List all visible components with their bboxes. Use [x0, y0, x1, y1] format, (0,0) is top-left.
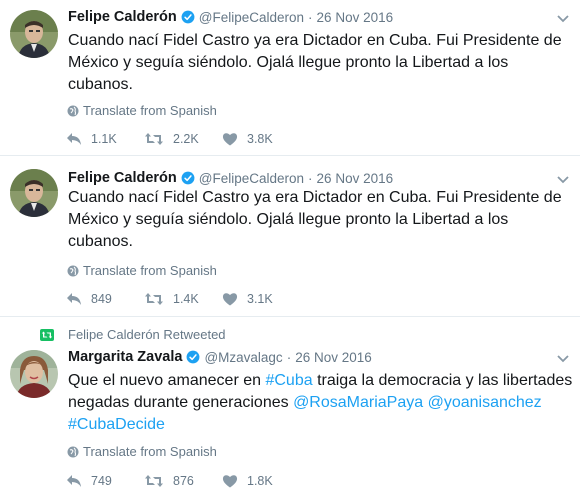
author-name[interactable]: Margarita Zavala: [68, 349, 182, 365]
tweet-date[interactable]: 26 Nov 2016: [295, 350, 372, 365]
translate-label: Translate from Spanish: [83, 444, 217, 459]
translate-link[interactable]: Translate from Spanish: [67, 103, 217, 118]
verified-badge-icon: [181, 10, 195, 24]
text-segment: Que el nuevo amanecer en: [68, 372, 266, 389]
hashtag-link[interactable]: #Cuba: [265, 372, 312, 389]
retweet-icon: [145, 475, 163, 487]
tweet[interactable]: Felipe Calderón Retweeted Margarita Zava…: [0, 317, 580, 492]
tweet-header: Margarita Zavala @Mzavalagc · 26 Nov 201…: [68, 348, 372, 366]
reply-count: 1.1K: [91, 132, 117, 146]
globe-icon: [67, 105, 79, 116]
author-handle[interactable]: @Mzavalagc: [204, 350, 282, 365]
separator: ·: [308, 170, 313, 186]
mention-link[interactable]: @RosaMariaPaya: [293, 394, 423, 411]
chevron-down-icon[interactable]: [556, 354, 570, 364]
translate-label: Translate from Spanish: [83, 263, 217, 278]
retweet-button[interactable]: 876: [144, 474, 222, 488]
retweet-count: 2.2K: [173, 132, 199, 146]
tweet-text: Que el nuevo amanecer en #Cuba traiga la…: [68, 370, 573, 436]
reply-count: 749: [91, 474, 112, 488]
retweet-count: 876: [173, 474, 194, 488]
like-button[interactable]: 3.8K: [222, 132, 300, 146]
translate-link[interactable]: Translate from Spanish: [67, 444, 217, 459]
avatar[interactable]: [10, 10, 58, 58]
retweet-icon: [145, 133, 163, 145]
reply-count: 849: [91, 292, 112, 306]
tweet-text: Cuando nací Fidel Castro ya era Dictador…: [68, 189, 562, 250]
verified-badge-icon: [181, 171, 195, 185]
reply-button[interactable]: 749: [66, 474, 144, 488]
reply-icon: [67, 475, 81, 487]
like-button[interactable]: 3.1K: [222, 292, 300, 306]
tweet-date[interactable]: 26 Nov 2016: [317, 171, 394, 186]
chevron-down-icon[interactable]: [556, 175, 570, 185]
reply-button[interactable]: 1.1K: [66, 132, 144, 146]
tweet-actions: 849 1.4K 3.1K: [66, 289, 300, 309]
tweet-actions: 1.1K 2.2K 3.8K: [66, 129, 300, 149]
tweet-header: Felipe Calderón @FelipeCalderon · 26 Nov…: [68, 169, 393, 187]
tweet-header: Felipe Calderón @FelipeCalderon · 26 Nov…: [68, 8, 393, 26]
reply-icon: [67, 133, 81, 145]
avatar[interactable]: [10, 169, 58, 217]
like-button[interactable]: 1.8K: [222, 474, 300, 488]
reply-icon: [67, 293, 81, 305]
heart-icon: [222, 293, 238, 306]
globe-icon: [67, 265, 79, 276]
reply-button[interactable]: 849: [66, 292, 144, 306]
separator: ·: [308, 9, 313, 25]
translate-label: Translate from Spanish: [83, 103, 217, 118]
tweet-text: Cuando nací Fidel Castro ya era Dictador…: [68, 32, 562, 93]
avatar[interactable]: [10, 350, 58, 398]
mention-link[interactable]: @yoanisanchez: [428, 394, 542, 411]
tweet[interactable]: Felipe Calderón @FelipeCalderon · 26 Nov…: [0, 0, 580, 156]
retweeted-by-label[interactable]: Felipe Calderón Retweeted: [68, 327, 226, 342]
retweet-button[interactable]: 2.2K: [144, 132, 222, 146]
retweet-button[interactable]: 1.4K: [144, 292, 222, 306]
author-handle[interactable]: @FelipeCalderon: [199, 171, 304, 186]
verified-badge-icon: [187, 350, 200, 364]
like-count: 3.8K: [247, 132, 273, 146]
tweet[interactable]: Felipe Calderón @FelipeCalderon · 26 Nov…: [0, 156, 580, 317]
retweet-icon: [40, 328, 54, 341]
globe-icon: [67, 446, 79, 457]
tweet-date[interactable]: 26 Nov 2016: [317, 10, 394, 25]
hashtag-link[interactable]: #CubaDecide: [68, 416, 165, 433]
heart-icon: [222, 475, 238, 488]
tweet-actions: 749 876 1.8K: [66, 471, 300, 491]
heart-icon: [222, 133, 238, 146]
author-name[interactable]: Felipe Calderón: [68, 170, 177, 186]
retweet-context: Felipe Calderón Retweeted: [40, 327, 226, 342]
author-handle[interactable]: @FelipeCalderon: [199, 10, 304, 25]
translate-link[interactable]: Translate from Spanish: [67, 263, 217, 278]
separator: ·: [286, 349, 292, 365]
like-count: 1.8K: [247, 474, 273, 488]
retweet-icon: [145, 293, 163, 305]
like-count: 3.1K: [247, 292, 273, 306]
chevron-down-icon[interactable]: [556, 14, 570, 24]
retweet-count: 1.4K: [173, 292, 199, 306]
author-name[interactable]: Felipe Calderón: [68, 9, 177, 25]
